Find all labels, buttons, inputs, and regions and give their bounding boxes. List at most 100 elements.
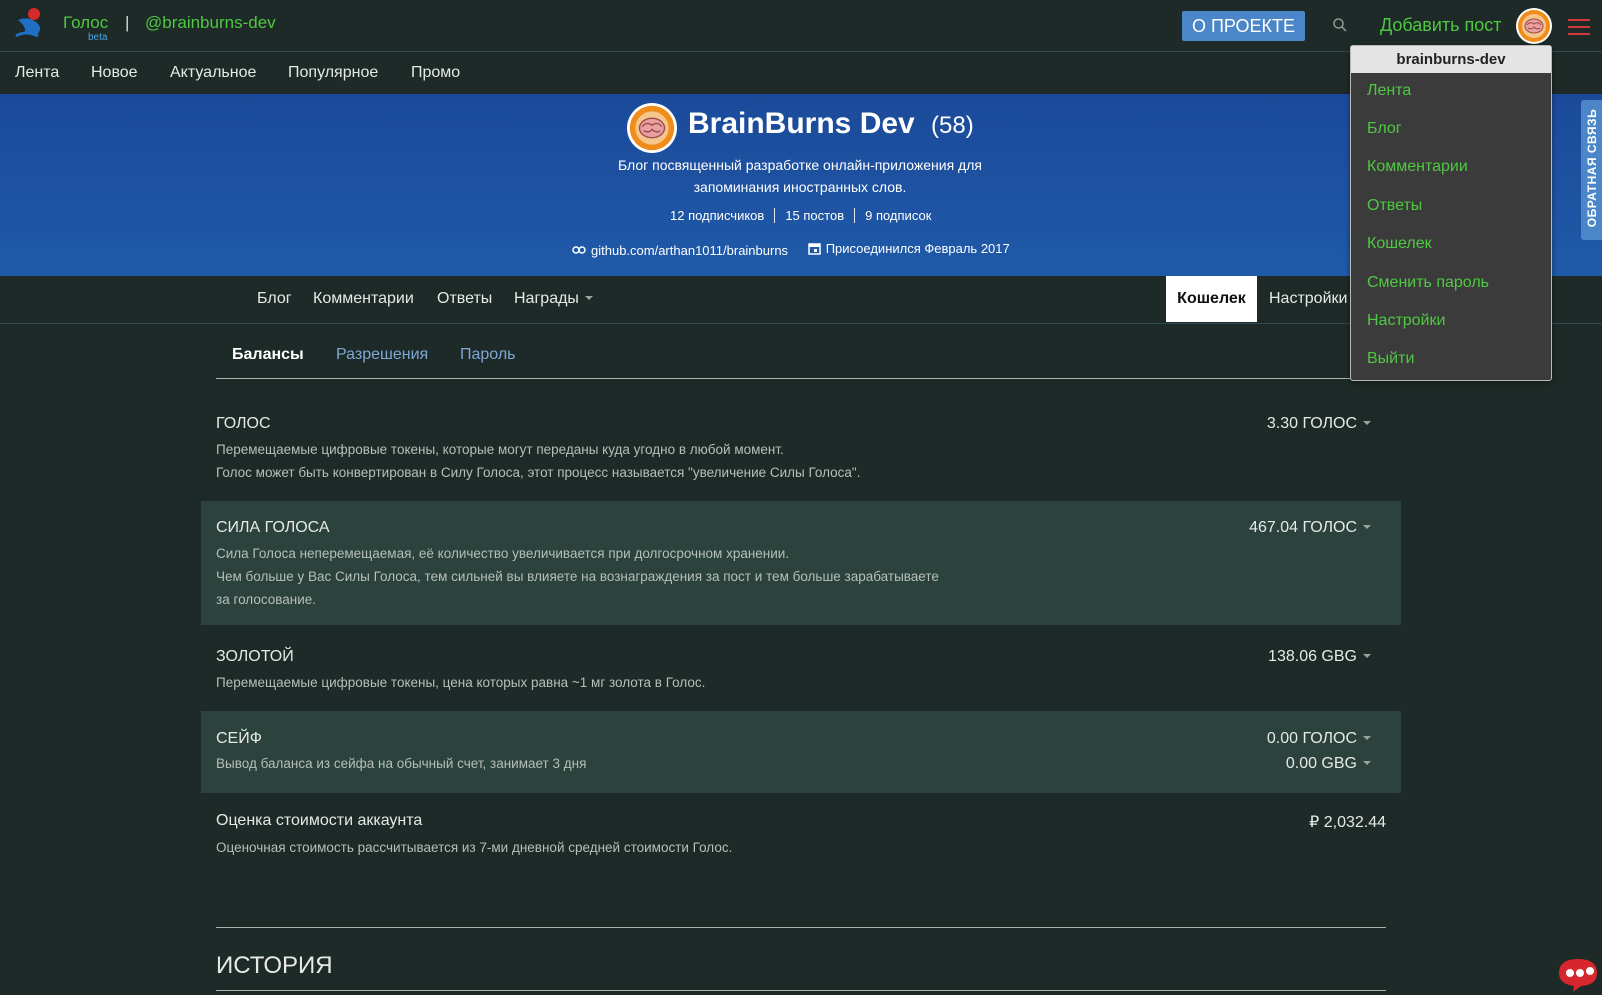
balance-title: ГОЛОС bbox=[216, 415, 271, 432]
chevron-down-icon bbox=[1363, 654, 1371, 658]
nav-actual[interactable]: Актуальное bbox=[170, 64, 256, 82]
current-user-link[interactable]: @brainburns-dev bbox=[145, 13, 276, 33]
menu-item-blog[interactable]: Блог bbox=[1367, 120, 1402, 138]
balance-value: 467.04 ГОЛОС bbox=[1249, 519, 1357, 536]
link-icon bbox=[572, 246, 586, 254]
balance-description: Оценочная стоимость рассчитывается из 7-… bbox=[216, 836, 732, 859]
search-icon[interactable] bbox=[1332, 17, 1348, 33]
wallet-tab-balances[interactable]: Балансы bbox=[232, 346, 304, 364]
tab-replies[interactable]: Ответы bbox=[437, 290, 492, 308]
balance-value-dropdown[interactable]: 0.00 GBG bbox=[1286, 755, 1371, 773]
balance-title: ЗОЛОТОЙ bbox=[216, 648, 294, 665]
tab-wallet[interactable]: Кошелек bbox=[1166, 276, 1257, 322]
balance-value-dropdown[interactable]: 138.06 GBG bbox=[1268, 648, 1371, 666]
balance-description: Перемещаемые цифровые токены, цена котор… bbox=[216, 671, 705, 694]
wallet-tab-permissions[interactable]: Разрешения bbox=[336, 346, 428, 364]
profile-links: github.com/arthan1011/brainburns Присоед… bbox=[572, 241, 1026, 258]
user-menu-dropdown: brainburns-dev Лента Блог Комментарии От… bbox=[1350, 45, 1552, 381]
profile-reputation: (58) bbox=[931, 112, 974, 139]
chevron-down-icon bbox=[584, 296, 593, 300]
description-line: Чем больше у Вас Силы Голоса, тем сильне… bbox=[216, 569, 939, 584]
golos-logo-icon[interactable] bbox=[14, 6, 48, 40]
balance-description: Перемещаемые цифровые токены, которые мо… bbox=[216, 438, 860, 484]
add-post-link[interactable]: Добавить пост bbox=[1380, 15, 1502, 36]
balance-value: 0.00 GBG bbox=[1285, 755, 1357, 772]
tab-comments[interactable]: Комментарии bbox=[313, 290, 414, 308]
avatar[interactable] bbox=[1516, 8, 1552, 44]
balance-savings: СЕЙФ Вывод баланса из сейфа на обычный с… bbox=[201, 711, 1401, 793]
about-project-button[interactable]: О ПРОЕКТЕ bbox=[1182, 11, 1305, 41]
description-line: Перемещаемые цифровые токены, которые мо… bbox=[216, 442, 784, 457]
menu-item-logout[interactable]: Выйти bbox=[1367, 350, 1414, 368]
brand-separator: | bbox=[125, 13, 130, 32]
nav-popular[interactable]: Популярное bbox=[288, 64, 378, 82]
balance-value: 0.00 ГОЛОС bbox=[1266, 730, 1357, 747]
tab-blog[interactable]: Блог bbox=[257, 290, 292, 308]
menu-item-feed[interactable]: Лента bbox=[1367, 82, 1411, 100]
balance-gold: ЗОЛОТОЙ Перемещаемые цифровые токены, це… bbox=[201, 634, 1401, 710]
followers-count[interactable]: 12 подписчиков bbox=[660, 208, 774, 223]
profile-name: BrainBurns Dev bbox=[688, 107, 915, 140]
description-line: Голос может быть конвертирован в Силу Го… bbox=[216, 465, 861, 480]
website-link[interactable]: github.com/arthan1011/brainburns bbox=[572, 243, 788, 258]
menu-item-wallet[interactable]: Кошелек bbox=[1367, 235, 1432, 253]
balance-golos: ГОЛОС Перемещаемые цифровые токены, кото… bbox=[201, 400, 1401, 492]
chat-icon[interactable] bbox=[1555, 951, 1601, 993]
joined-date: Присоединился Февраль 2017 bbox=[807, 241, 1010, 256]
balance-title: СИЛА ГОЛОСА bbox=[216, 519, 330, 536]
balance-value: 3.30 ГОЛОС bbox=[1266, 415, 1357, 432]
description-line: Оценочная стоимость рассчитывается из 7-… bbox=[216, 840, 733, 855]
feedback-label: ОБРАТНАЯ СВЯЗЬ bbox=[1585, 108, 1599, 228]
balance-value-dropdown[interactable]: 3.30 ГОЛОС bbox=[1267, 415, 1371, 433]
brand-name[interactable]: Голос bbox=[63, 13, 108, 33]
user-menu-header[interactable]: brainburns-dev bbox=[1351, 46, 1551, 73]
calendar-icon bbox=[807, 243, 821, 255]
description-line: Сила Голоса неперемещаемая, её количеств… bbox=[216, 546, 790, 561]
hamburger-menu-icon[interactable] bbox=[1568, 18, 1590, 36]
balance-value-dropdown[interactable]: 467.04 ГОЛОС bbox=[1249, 519, 1371, 537]
profile-about: Блог посвященный разработке онлайн-прило… bbox=[580, 154, 1020, 198]
balance-description: Сила Голоса неперемещаемая, её количеств… bbox=[216, 542, 939, 611]
divider bbox=[216, 927, 1386, 928]
brain-avatar-icon bbox=[629, 105, 675, 151]
chevron-down-icon bbox=[1363, 525, 1371, 529]
brain-avatar-icon bbox=[1518, 10, 1550, 42]
profile-avatar bbox=[627, 103, 677, 153]
tab-rewards-label: Награды bbox=[514, 290, 579, 307]
balance-title: Оценка стоимости аккаунта bbox=[216, 812, 423, 829]
account-estimate: Оценка стоимости аккаунта Оценочная стои… bbox=[201, 797, 1401, 867]
tab-settings[interactable]: Настройки bbox=[1269, 290, 1347, 308]
balance-value-dropdown[interactable]: 0.00 ГОЛОС bbox=[1267, 730, 1371, 748]
website-text[interactable]: github.com/arthan1011/brainburns bbox=[591, 243, 788, 258]
balance-description: Вывод баланса из сейфа на обычный счет, … bbox=[216, 752, 586, 775]
chevron-down-icon bbox=[1363, 421, 1371, 425]
nav-new[interactable]: Новое bbox=[91, 64, 138, 82]
posts-count: 15 постов bbox=[774, 208, 854, 223]
menu-item-change-password[interactable]: Сменить пароль bbox=[1367, 274, 1489, 292]
profile-about-line: запоминания иностранных слов. bbox=[693, 179, 907, 195]
wallet-tab-password[interactable]: Пароль bbox=[460, 346, 516, 364]
menu-item-comments[interactable]: Комментарии bbox=[1367, 158, 1468, 176]
nav-promo[interactable]: Промо bbox=[411, 64, 460, 82]
feedback-tab[interactable]: ОБРАТНАЯ СВЯЗЬ bbox=[1581, 100, 1602, 240]
balance-title: СЕЙФ bbox=[216, 730, 262, 747]
menu-item-replies[interactable]: Ответы bbox=[1367, 197, 1422, 215]
chevron-down-icon bbox=[1363, 736, 1371, 740]
following-count[interactable]: 9 подписок bbox=[854, 208, 941, 223]
joined-text: Присоединился Февраль 2017 bbox=[825, 241, 1010, 256]
description-line: Вывод баланса из сейфа на обычный счет, … bbox=[216, 756, 587, 771]
menu-item-settings[interactable]: Настройки bbox=[1367, 312, 1445, 330]
account-estimate-value: ₽ 2,032.44 bbox=[1309, 814, 1386, 831]
divider bbox=[216, 990, 1386, 991]
balance-golos-power: СИЛА ГОЛОСА Сила Голоса неперемещаемая, … bbox=[201, 501, 1401, 625]
brand-beta-badge: beta bbox=[88, 32, 108, 43]
tab-rewards[interactable]: Награды bbox=[514, 290, 593, 308]
balance-value: 138.06 GBG bbox=[1268, 648, 1357, 665]
description-line: Перемещаемые цифровые токены, цена котор… bbox=[216, 675, 706, 690]
nav-feed[interactable]: Лента bbox=[15, 64, 59, 82]
divider bbox=[216, 378, 1386, 379]
description-line: за голосование. bbox=[216, 592, 317, 607]
chevron-down-icon bbox=[1363, 761, 1371, 765]
history-title: ИСТОРИЯ bbox=[216, 952, 333, 979]
profile-stats: 12 подписчиков 15 постов 9 подписок bbox=[660, 208, 941, 226]
